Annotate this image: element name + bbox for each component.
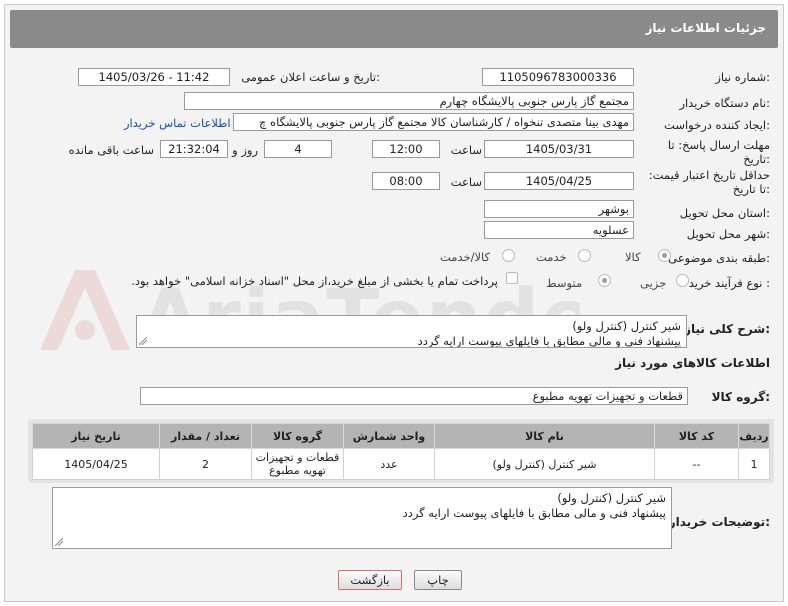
- need-number-label: شماره نیاز:: [715, 70, 770, 84]
- goods-group-label: گروه کالا:: [711, 390, 770, 404]
- reply-date-field[interactable]: 1405/03/31: [484, 140, 634, 158]
- cell-row-number: 1: [738, 448, 770, 480]
- purchase-radio-medium[interactable]: [598, 274, 611, 287]
- treasury-payment-checkbox[interactable]: [506, 272, 518, 284]
- reply-deadline-label: مهلت ارسال پاسخ: تا تاریخ:: [667, 138, 770, 166]
- cell-group: قطعات و تجهیزات تهویه مطبوع: [251, 448, 344, 480]
- reply-time-field[interactable]: 12:00: [372, 140, 440, 158]
- col-header-name: نام کالا: [434, 423, 655, 449]
- city-field[interactable]: عسلویه: [484, 221, 634, 239]
- buyer-contact-link[interactable]: اطلاعات تماس خریدار: [124, 116, 231, 130]
- cell-name: شیر کنترل (کنترل ولو): [434, 448, 655, 480]
- remaining-time-label: ساعت باقی مانده: [68, 143, 154, 157]
- back-button[interactable]: بازگشت: [338, 570, 402, 590]
- category-option-service: خدمت: [536, 250, 567, 264]
- buyer-notes-label: توضیحات خریدار:: [668, 515, 770, 529]
- city-label: شهر محل تحویل:: [686, 227, 770, 241]
- cell-need-date: 1405/04/25: [32, 448, 160, 480]
- description-textarea[interactable]: شیر کنترل (کنترل ولو) پیشنهاد فنی و مالی…: [136, 315, 687, 348]
- col-header-need-date: تاریخ نیاز: [32, 423, 160, 449]
- province-label: استان محل تحویل:: [679, 206, 770, 220]
- category-option-goods: کالا: [625, 250, 641, 264]
- price-date-field[interactable]: 1405/04/25: [484, 172, 634, 190]
- province-field[interactable]: بوشهر: [484, 200, 634, 218]
- purchase-radio-partial[interactable]: [676, 274, 689, 287]
- page-header: جزئیات اطلاعات نیاز: [10, 10, 778, 48]
- announce-datetime-field[interactable]: 1405/03/26 - 11:42: [78, 68, 230, 86]
- purchase-option-partial: جزیی: [640, 276, 667, 290]
- page-title: جزئیات اطلاعات نیاز: [645, 21, 766, 35]
- items-table: ردیف کد کالا نام کالا واحد شمارش گروه کا…: [32, 423, 770, 480]
- price-validity-label: حداقل تاریخ اعتبار قیمت: تا تاریخ:: [648, 168, 770, 196]
- price-time-field[interactable]: 08:00: [372, 172, 440, 190]
- description-line-2: پیشنهاد فنی و مالی مطابق با فایلهای پیوس…: [417, 334, 681, 348]
- col-header-quantity: تعداد / مقدار: [159, 423, 252, 449]
- buyer-org-label: نام دستگاه خریدار:: [679, 96, 770, 110]
- table-row[interactable]: 1 -- شیر کنترل (کنترل ولو) عدد قطعات و ت…: [32, 448, 770, 480]
- table-header-row: ردیف کد کالا نام کالا واحد شمارش گروه کا…: [32, 423, 770, 449]
- cell-quantity: 2: [159, 448, 252, 480]
- days-label: روز و: [232, 143, 258, 157]
- treasury-payment-note: پرداخت تمام یا بخشی از مبلغ خرید،از محل …: [131, 274, 498, 288]
- description-label: شرح کلی نیاز:: [684, 322, 770, 336]
- category-radio-goods[interactable]: [658, 249, 671, 262]
- category-radio-goods-service[interactable]: [502, 249, 515, 262]
- buyer-notes-textarea[interactable]: شیر کنترل (کنترل ولو) پیشنهاد فنی و مالی…: [52, 487, 672, 549]
- description-line-1: شیر کنترل (کنترل ولو): [572, 319, 681, 333]
- announce-datetime-label: تاریخ و ساعت اعلان عمومی:: [241, 70, 380, 84]
- creator-field[interactable]: مهدی بینا متصدی تنخواه / کارشناسان کالا …: [233, 113, 634, 131]
- category-radio-service[interactable]: [578, 249, 591, 262]
- col-header-unit: واحد شمارش: [343, 423, 435, 449]
- cell-code: --: [654, 448, 739, 480]
- category-label: طبقه بندی موضوعی:: [668, 251, 770, 265]
- col-header-row-number: ردیف: [738, 423, 770, 449]
- price-hour-label: ساعت: [450, 175, 482, 189]
- reply-hour-label: ساعت: [450, 143, 482, 157]
- remaining-time-field[interactable]: 21:32:04: [160, 140, 228, 158]
- buyer-notes-line-2: پیشنهاد فنی و مالی مطابق با فایلهای پیوس…: [402, 506, 666, 520]
- cell-unit: عدد: [343, 448, 435, 480]
- category-option-goods-service: کالا/خدمت: [440, 250, 491, 264]
- print-button[interactable]: چاپ: [414, 570, 462, 590]
- resize-handle-icon[interactable]: [139, 337, 147, 345]
- resize-handle-icon[interactable]: [55, 538, 63, 546]
- purchase-type-label: نوع فرآیند خرید :: [688, 276, 770, 290]
- goods-group-field[interactable]: قطعات و تجهیزات تهویه مطبوع: [140, 387, 688, 405]
- purchase-option-medium: متوسط: [546, 276, 583, 290]
- buyer-org-field[interactable]: مجتمع گاز پارس جنوبی پالایشگاه چهارم: [184, 92, 634, 110]
- col-header-group: گروه کالا: [251, 423, 344, 449]
- creator-label: ایجاد کننده درخواست:: [664, 118, 770, 132]
- goods-section-title: اطلاعات کالاهای مورد نیاز: [615, 356, 770, 370]
- need-number-field[interactable]: 1105096783000336: [482, 68, 634, 86]
- buyer-notes-line-1: شیر کنترل (کنترل ولو): [557, 491, 666, 505]
- days-field[interactable]: 4: [264, 140, 332, 158]
- col-header-code: کد کالا: [654, 423, 739, 449]
